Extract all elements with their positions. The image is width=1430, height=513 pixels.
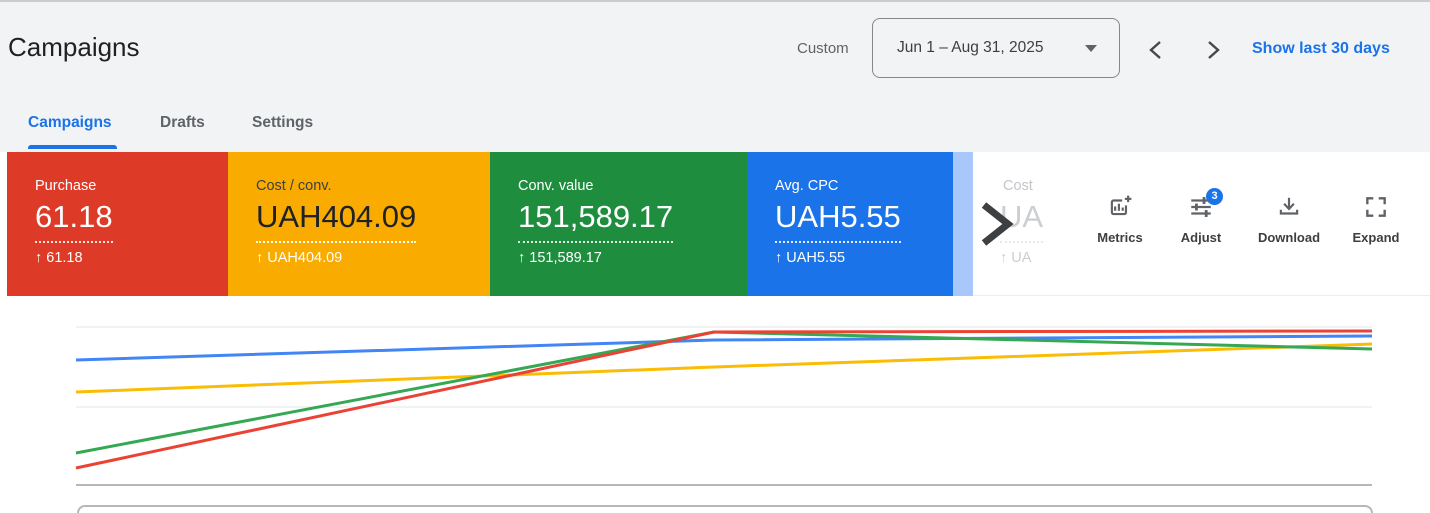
scorecard-label: Purchase <box>35 178 228 194</box>
active-tab-underline <box>28 145 117 149</box>
scorecard-value: UAH404.09 <box>256 200 416 243</box>
metrics-button-label: Metrics <box>1079 230 1161 245</box>
adjust-button-label: Adjust <box>1160 230 1242 245</box>
scroll-scorecards-right-button[interactable] <box>979 200 1015 248</box>
scorecard-delta: ↑ UA <box>1000 250 1043 266</box>
date-range-type-label: Custom <box>797 40 849 57</box>
google-ads-campaigns-screen: Campaigns Campaigns Drafts Settings Cust… <box>0 0 1430 513</box>
scorecard-avg-cpc[interactable]: Avg. CPC UAH5.55 ↑ UAH5.55 <box>747 152 953 296</box>
expand-button-label: Expand <box>1335 230 1417 245</box>
scorecard-label: Cost / conv. <box>256 178 490 194</box>
top-bar: Campaigns Campaigns Drafts Settings Cust… <box>0 0 1430 152</box>
scorecard-delta: ↑ UAH5.55 <box>775 250 953 266</box>
metrics-icon <box>1107 194 1133 220</box>
scorecard-value: 151,589.17 <box>518 200 673 243</box>
previous-period-button[interactable] <box>1146 39 1166 61</box>
scorecard-value: UAH5.55 <box>775 200 901 243</box>
scorecard-label: Conv. value <box>518 178 747 194</box>
date-range-value: Jun 1 – Aug 31, 2025 <box>897 39 1044 57</box>
tab-drafts[interactable]: Drafts <box>160 114 205 132</box>
tab-settings[interactable]: Settings <box>252 114 313 132</box>
expand-icon <box>1363 194 1389 220</box>
scorecard-label: Avg. CPC <box>775 178 953 194</box>
chevron-down-icon <box>1085 45 1097 52</box>
scorecard-conv-value[interactable]: Conv. value 151,589.17 ↑ 151,589.17 <box>490 152 747 296</box>
page-title: Campaigns <box>8 32 140 63</box>
scorecard-delta: ↑ 151,589.17 <box>518 250 747 266</box>
adjust-button[interactable]: 3 Adjust <box>1160 194 1242 256</box>
performance-trend-chart[interactable] <box>0 300 1430 513</box>
adjust-badge-count: 3 <box>1206 188 1223 205</box>
download-button-label: Download <box>1248 230 1330 245</box>
show-last-30-days-link[interactable]: Show last 30 days <box>1252 40 1390 58</box>
tab-campaigns[interactable]: Campaigns <box>28 114 112 132</box>
scorecard-label: Cost <box>1003 178 1043 194</box>
adjust-icon: 3 <box>1188 194 1214 220</box>
next-scorecard-edge <box>953 152 973 296</box>
campaigns-table-top-edge <box>77 505 1373 513</box>
next-period-button[interactable] <box>1203 39 1223 61</box>
scorecard-cost-per-conv[interactable]: Cost / conv. UAH404.09 ↑ UAH404.09 <box>228 152 490 296</box>
scorecard-delta: ↑ 61.18 <box>35 250 228 266</box>
expand-button[interactable]: Expand <box>1335 194 1417 256</box>
date-range-picker[interactable]: Jun 1 – Aug 31, 2025 <box>872 18 1120 78</box>
scorecard-purchase[interactable]: Purchase 61.18 ↑ 61.18 <box>7 152 228 296</box>
chart-series-avg-cpc <box>76 336 1372 360</box>
scorecard-delta: ↑ UAH404.09 <box>256 250 490 266</box>
metrics-button[interactable]: Metrics <box>1079 194 1161 256</box>
download-button[interactable]: Download <box>1248 194 1330 256</box>
chart-series-cost-conv- <box>76 344 1372 392</box>
download-icon <box>1276 194 1302 220</box>
scorecard-value: 61.18 <box>35 200 113 243</box>
